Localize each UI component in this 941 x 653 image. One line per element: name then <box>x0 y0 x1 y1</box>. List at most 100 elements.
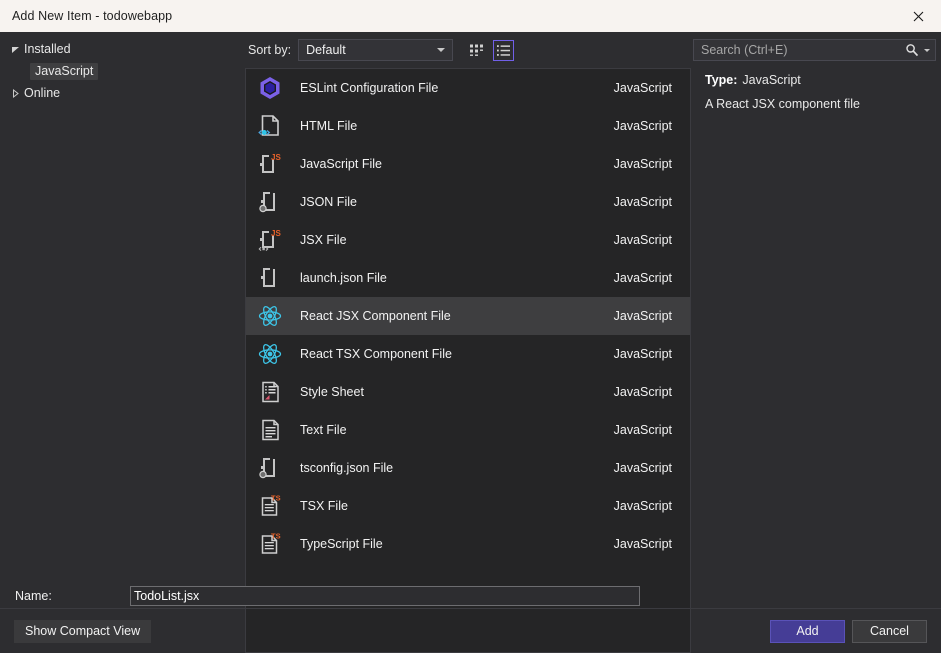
list-item[interactable]: TS TypeScript File JavaScript <box>246 525 690 563</box>
tsx-file-icon: TS <box>253 493 287 519</box>
list-item[interactable]: Style Sheet JavaScript <box>246 373 690 411</box>
expander-expanded-icon[interactable] <box>8 45 22 54</box>
add-button[interactable]: Add <box>770 620 845 643</box>
sort-by-value: Default <box>306 43 437 57</box>
template-name: React JSX Component File <box>287 309 614 323</box>
category-tree: Installed JavaScript Online <box>0 32 245 653</box>
template-name: JavaScript File <box>287 157 614 171</box>
template-language: JavaScript <box>614 499 672 513</box>
launchjson-file-icon <box>253 265 287 291</box>
list-item[interactable]: TS TSX File JavaScript <box>246 487 690 525</box>
chevron-down-icon <box>437 48 445 52</box>
dialog-footer: Show Compact View Add Cancel <box>0 609 941 653</box>
list-item[interactable]: JS JavaScript File JavaScript <box>246 145 690 183</box>
name-label: Name: <box>0 589 130 603</box>
json-file-icon <box>253 189 287 215</box>
template-language: JavaScript <box>614 119 672 133</box>
templates-pane: Sort by: Default <box>245 32 691 653</box>
template-language: JavaScript <box>614 271 672 285</box>
tsconfig-file-icon <box>253 455 287 481</box>
close-button[interactable] <box>895 0 941 32</box>
sidebar-item-label: JavaScript <box>30 63 98 80</box>
sidebar-item-installed[interactable]: Installed <box>0 38 245 60</box>
sort-toolbar: Sort by: Default <box>245 32 691 68</box>
search-input[interactable] <box>701 43 905 57</box>
detail-description: A React JSX component file <box>705 97 929 111</box>
template-name: TSX File <box>287 499 614 513</box>
view-toggle-group <box>466 40 514 61</box>
search-icon[interactable] <box>905 43 919 57</box>
template-name: Style Sheet <box>287 385 614 399</box>
template-language: JavaScript <box>614 233 672 247</box>
close-icon <box>913 11 924 22</box>
dialog-titlebar: Add New Item - todowebapp <box>0 0 941 32</box>
search-box[interactable] <box>693 39 936 61</box>
grid-view-button[interactable] <box>466 40 487 61</box>
react-icon <box>253 341 287 367</box>
text-file-icon <box>253 417 287 443</box>
svg-text:JS: JS <box>271 153 281 162</box>
list-view-icon <box>496 43 511 58</box>
svg-text:TS: TS <box>271 532 281 541</box>
jsx-file-icon: JS <box>253 227 287 253</box>
details-pane: Type: JavaScript A React JSX component fi… <box>691 32 941 653</box>
sidebar-item-label: Online <box>22 86 60 100</box>
cancel-button[interactable]: Cancel <box>852 620 927 643</box>
name-input-wrapper[interactable] <box>130 586 640 606</box>
sort-by-label: Sort by: <box>248 43 291 57</box>
sort-by-select[interactable]: Default <box>298 39 453 61</box>
template-name: launch.json File <box>287 271 614 285</box>
stylesheet-icon <box>253 379 287 405</box>
list-item[interactable]: ESLint Configuration File JavaScript <box>246 69 690 107</box>
template-language: JavaScript <box>614 537 672 551</box>
sidebar-item-javascript[interactable]: JavaScript <box>0 60 245 82</box>
js-file-icon: JS <box>253 151 287 177</box>
list-item[interactable]: React TSX Component File JavaScript <box>246 335 690 373</box>
detail-type-label: Type: <box>705 73 737 87</box>
template-language: JavaScript <box>614 195 672 209</box>
template-language: JavaScript <box>614 309 672 323</box>
react-icon <box>253 303 287 329</box>
template-name: JSX File <box>287 233 614 247</box>
detail-type-value: JavaScript <box>742 73 800 87</box>
sidebar-item-online[interactable]: Online <box>0 82 245 104</box>
template-language: JavaScript <box>614 461 672 475</box>
html-file-icon <box>253 113 287 139</box>
template-name: React TSX Component File <box>287 347 614 361</box>
add-new-item-dialog: Add New Item - todowebapp Installed Java… <box>0 0 941 653</box>
svg-text:TS: TS <box>271 494 281 503</box>
template-name: TypeScript File <box>287 537 614 551</box>
chevron-down-icon[interactable] <box>924 49 930 52</box>
list-item[interactable]: HTML File JavaScript <box>246 107 690 145</box>
name-input[interactable] <box>134 587 639 605</box>
show-compact-view-button[interactable]: Show Compact View <box>14 620 151 643</box>
list-item-selected[interactable]: React JSX Component File JavaScript <box>246 297 690 335</box>
list-item[interactable]: JS JSX File JavaScript <box>246 221 690 259</box>
eslint-icon <box>253 75 287 101</box>
grid-view-icon <box>469 43 484 58</box>
template-name: Text File <box>287 423 614 437</box>
list-item[interactable]: launch.json File JavaScript <box>246 259 690 297</box>
template-list[interactable]: ESLint Configuration File JavaScript <box>245 68 691 653</box>
sidebar-item-label: Installed <box>22 42 71 56</box>
expander-collapsed-icon[interactable] <box>8 89 22 98</box>
template-language: JavaScript <box>614 347 672 361</box>
template-name: ESLint Configuration File <box>287 81 614 95</box>
template-name: JSON File <box>287 195 614 209</box>
dialog-body: Installed JavaScript Online Sort by: Def… <box>0 32 941 653</box>
list-item[interactable]: Text File JavaScript <box>246 411 690 449</box>
list-item[interactable]: tsconfig.json File JavaScript <box>246 449 690 487</box>
template-language: JavaScript <box>614 81 672 95</box>
template-language: JavaScript <box>614 385 672 399</box>
template-language: JavaScript <box>614 157 672 171</box>
svg-text:JS: JS <box>271 229 281 238</box>
detail-type-row: Type: JavaScript <box>705 73 929 87</box>
template-language: JavaScript <box>614 423 672 437</box>
name-row: Name: <box>0 583 941 609</box>
typescript-file-icon: TS <box>253 531 287 557</box>
dialog-title: Add New Item - todowebapp <box>0 9 172 23</box>
list-view-button[interactable] <box>493 40 514 61</box>
template-name: HTML File <box>287 119 614 133</box>
details-content: Type: JavaScript A React JSX component fi… <box>691 61 939 111</box>
list-item[interactable]: JSON File JavaScript <box>246 183 690 221</box>
